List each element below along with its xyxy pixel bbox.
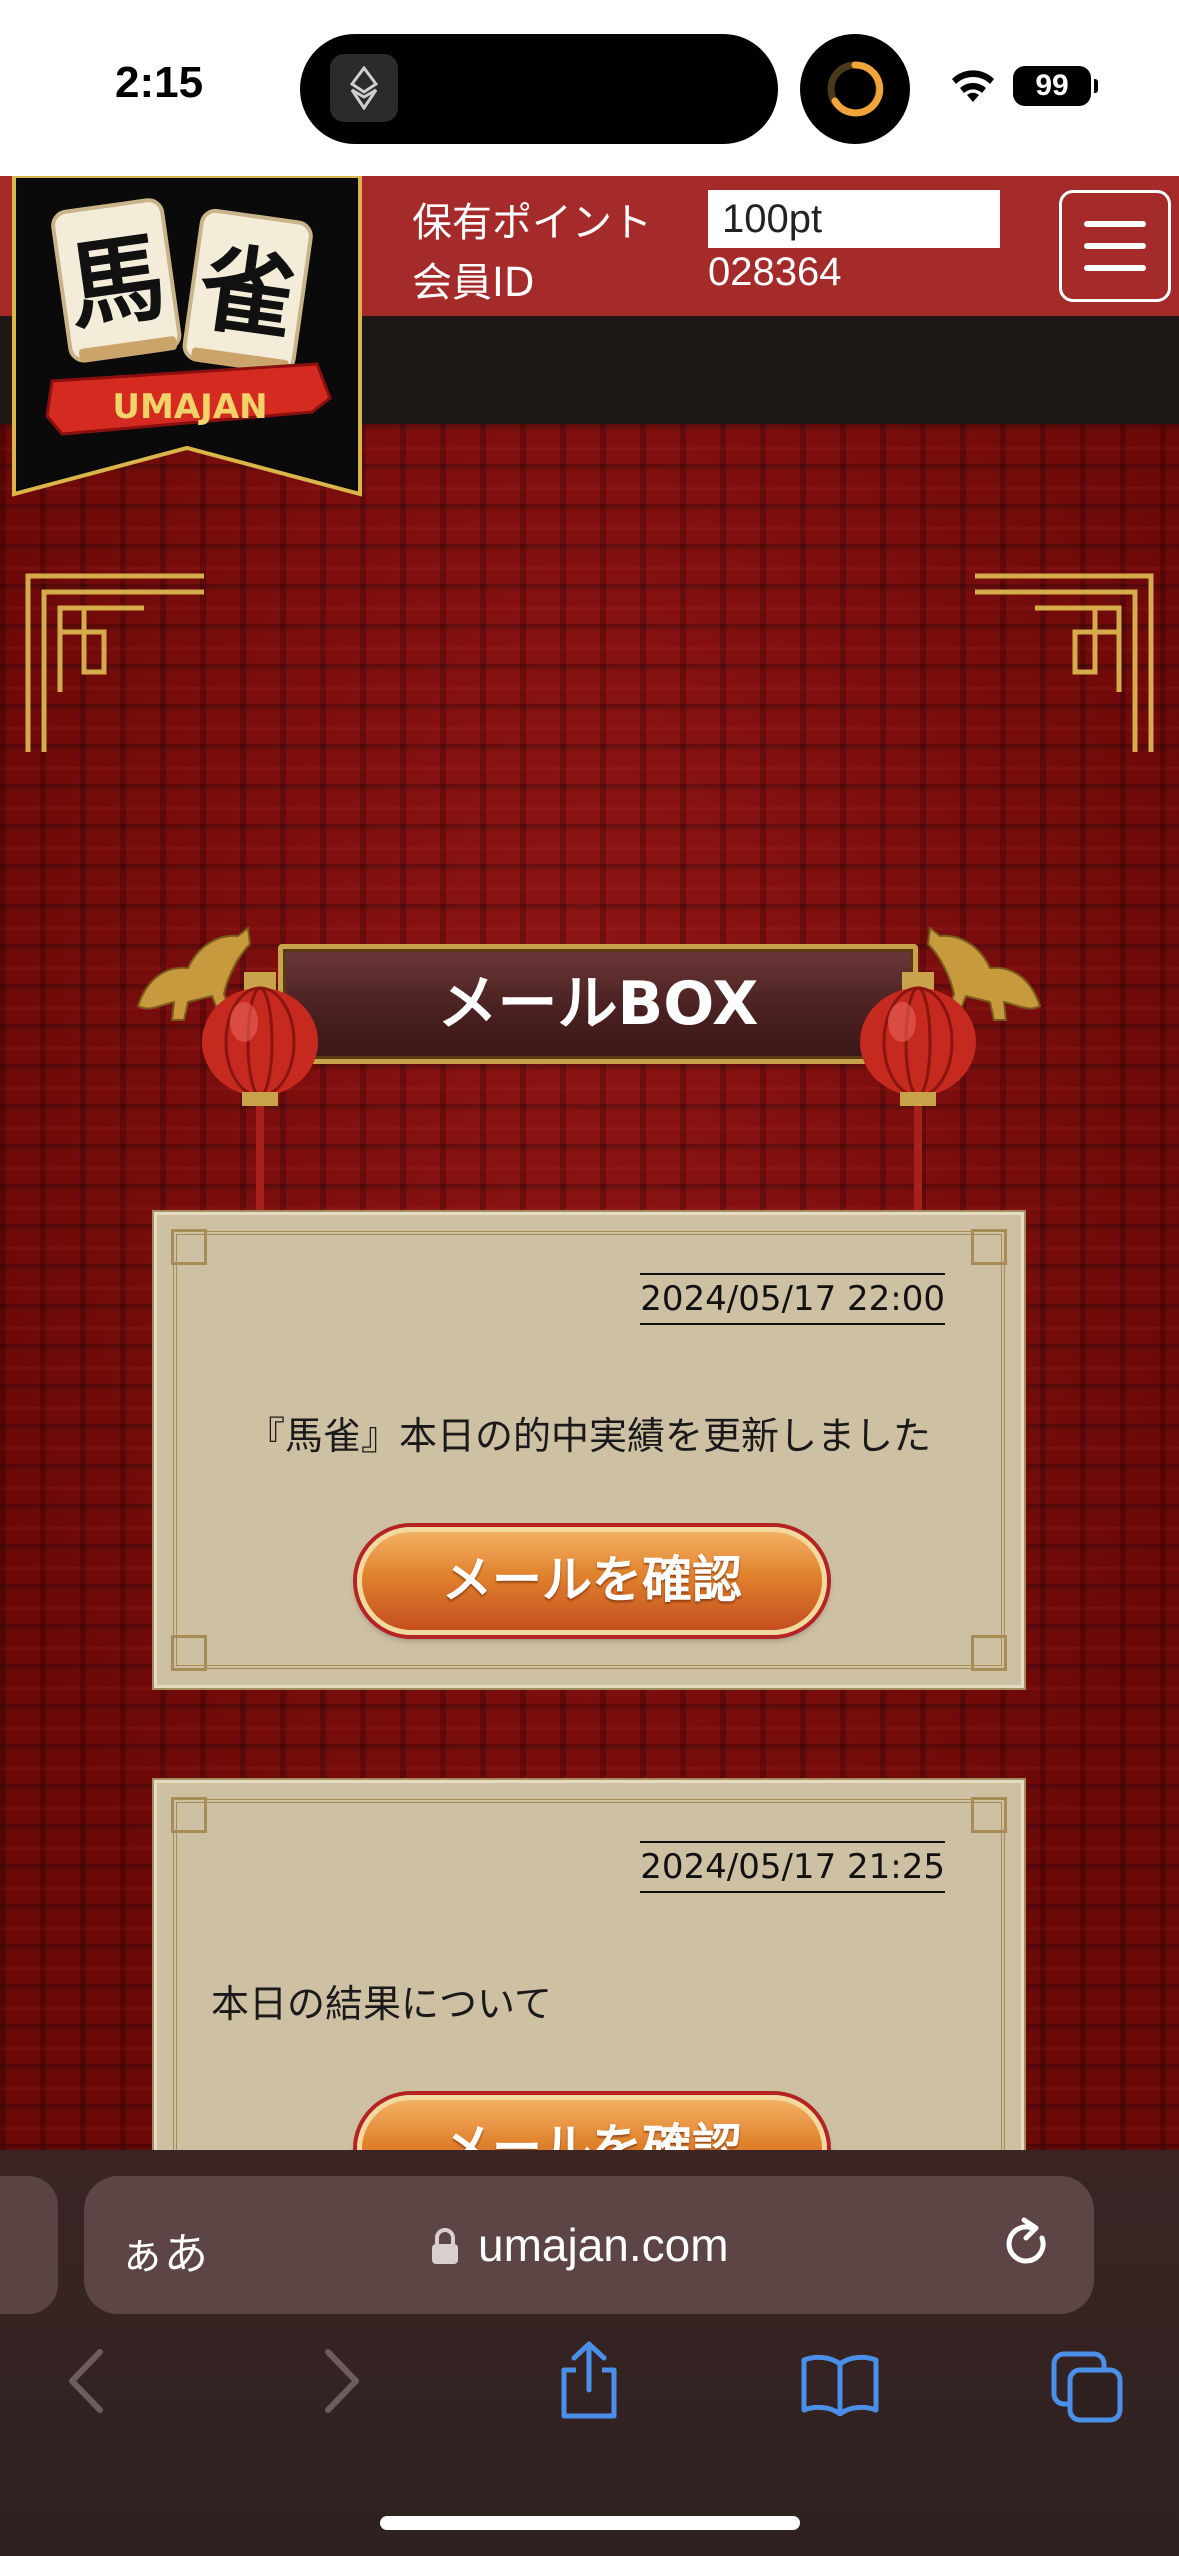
menu-bar-icon <box>1084 243 1146 249</box>
hamburger-menu-button[interactable] <box>1059 190 1171 302</box>
back-arrow-icon[interactable] <box>64 2346 110 2416</box>
card-corner-ornament <box>171 1797 207 1833</box>
menu-bar-icon <box>1084 221 1146 227</box>
mailbox-title-banner: メールBOX <box>128 796 1050 1256</box>
home-indicator[interactable] <box>380 2516 800 2530</box>
timer-activity-icon <box>800 34 910 144</box>
mail-date: 2024/05/17 21:25 <box>640 1841 945 1893</box>
logo-text: UMAJAN <box>112 387 267 427</box>
corner-ornament-right <box>975 573 1154 752</box>
logo-tile-1: 馬 <box>61 219 172 344</box>
member-id-label: 会員ID <box>412 260 535 306</box>
points-label: 保有ポイント <box>412 200 652 246</box>
mail-card: 2024/05/17 21:25 本日の結果について メールを確認 <box>154 1780 1024 2150</box>
app-activity-icon <box>330 54 398 122</box>
card-corner-ornament <box>971 1229 1007 1265</box>
url-text: umajan.com <box>478 2219 729 2271</box>
previous-tab-preview[interactable] <box>0 2176 58 2314</box>
battery-indicator: 99 <box>1013 66 1098 106</box>
mail-subject: 本日の結果について <box>211 1982 552 2026</box>
reload-icon[interactable] <box>1002 2216 1054 2272</box>
address-bar[interactable]: ぁあ umajan.com <box>84 2176 1094 2314</box>
wifi-icon <box>948 66 998 110</box>
mail-subject: 『馬雀』本日の的中実績を更新しました <box>246 1414 931 1458</box>
mail-date: 2024/05/17 22:00 <box>640 1273 945 1325</box>
dynamic-island <box>300 34 778 144</box>
title-plate: メールBOX <box>278 944 918 1064</box>
view-mail-button[interactable]: メールを確認 <box>357 2095 827 2150</box>
web-page: 保有ポイント 100pt 会員ID 028364 馬 雀 UMAJAN メールB… <box>0 176 1179 2150</box>
menu-bar-icon <box>1084 265 1146 271</box>
lantern-icon <box>860 972 976 1232</box>
card-corner-ornament <box>971 1635 1007 1671</box>
card-corner-ornament <box>171 1635 207 1671</box>
mail-card: 2024/05/17 22:00 『馬雀』本日の的中実績を更新しました メールを… <box>154 1212 1024 1688</box>
lantern-icon <box>202 972 318 1232</box>
view-mail-button[interactable]: メールを確認 <box>357 1527 827 1635</box>
member-id-value: 028364 <box>708 250 842 294</box>
card-corner-ornament <box>971 1797 1007 1833</box>
page-title: メールBOX <box>437 969 759 1039</box>
forward-arrow-icon[interactable] <box>318 2346 364 2416</box>
lock-icon <box>432 2228 458 2264</box>
card-corner-ornament <box>171 1229 207 1265</box>
tabs-icon[interactable] <box>1050 2350 1124 2424</box>
site-logo[interactable]: 馬 雀 UMAJAN <box>12 176 362 498</box>
points-value: 100pt <box>708 190 1000 248</box>
bookmarks-icon[interactable] <box>800 2352 880 2416</box>
corner-ornament-left <box>25 573 204 752</box>
page-settings-button[interactable]: ぁあ <box>120 2218 208 2282</box>
share-icon[interactable] <box>554 2340 624 2420</box>
logo-tile-2: 雀 <box>192 230 303 355</box>
status-time: 2:15 <box>115 58 204 107</box>
status-bar: 2:15 99 <box>0 0 1179 176</box>
